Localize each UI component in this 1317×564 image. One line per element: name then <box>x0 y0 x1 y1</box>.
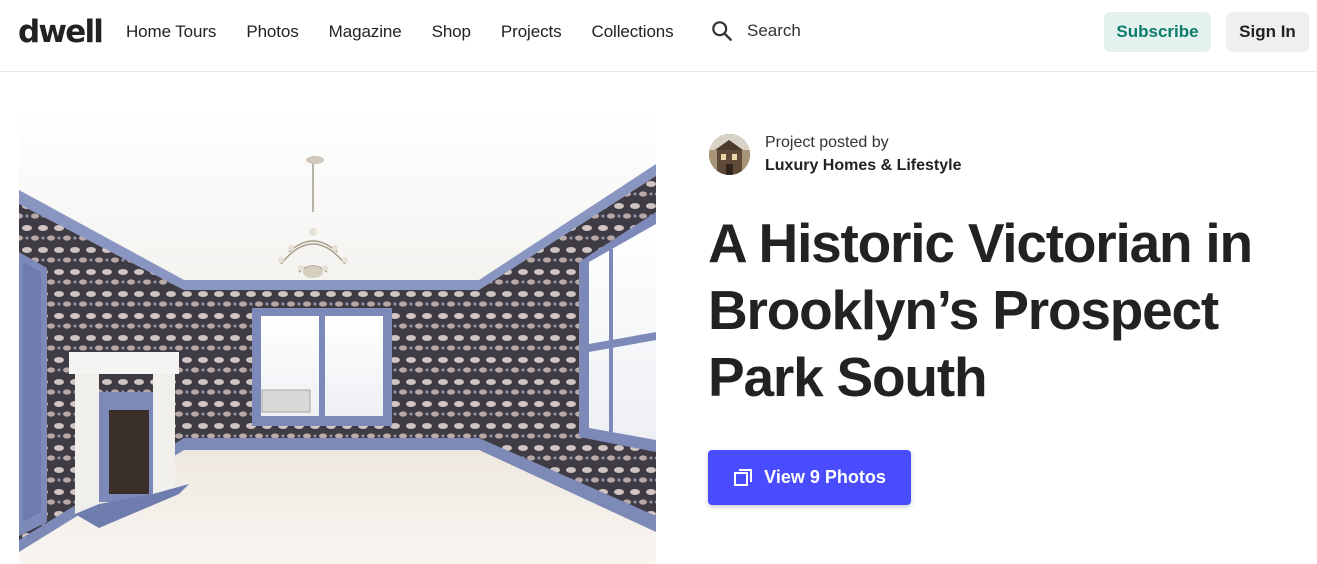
search-button[interactable]: Search <box>711 19 801 43</box>
nav-home-tours[interactable]: Home Tours <box>126 20 216 44</box>
room-photo <box>19 112 656 564</box>
project-poster: Project posted by Luxury Homes & Lifesty… <box>709 133 962 176</box>
nav-collections[interactable]: Collections <box>592 20 674 44</box>
hero-image[interactable] <box>19 112 656 564</box>
sign-in-button[interactable]: Sign In <box>1226 12 1309 52</box>
nav-shop[interactable]: Shop <box>432 20 471 44</box>
gallery-icon <box>734 468 753 486</box>
main-nav: Home Tours Photos Magazine Shop Projects… <box>126 20 704 44</box>
poster-text: Project posted by Luxury Homes & Lifesty… <box>765 133 962 176</box>
view-photos-button[interactable]: View 9 Photos <box>708 450 911 505</box>
author-link[interactable]: Luxury Homes & Lifestyle <box>765 156 962 176</box>
search-label: Search <box>747 21 801 40</box>
page-title: A Historic Victorian in Brooklyn’s Prosp… <box>708 212 1253 408</box>
search-icon <box>712 21 732 41</box>
nav-magazine[interactable]: Magazine <box>329 20 402 44</box>
view-photos-label: View 9 Photos <box>764 467 886 487</box>
avatar[interactable] <box>709 134 750 175</box>
subscribe-button[interactable]: Subscribe <box>1104 12 1211 52</box>
site-header: dwell Home Tours Photos Magazine Shop Pr… <box>0 0 1317 72</box>
nav-photos[interactable]: Photos <box>246 20 298 44</box>
dwell-logo[interactable]: dwell <box>18 12 104 52</box>
posted-by-label: Project posted by <box>765 134 889 151</box>
nav-projects[interactable]: Projects <box>501 20 562 44</box>
